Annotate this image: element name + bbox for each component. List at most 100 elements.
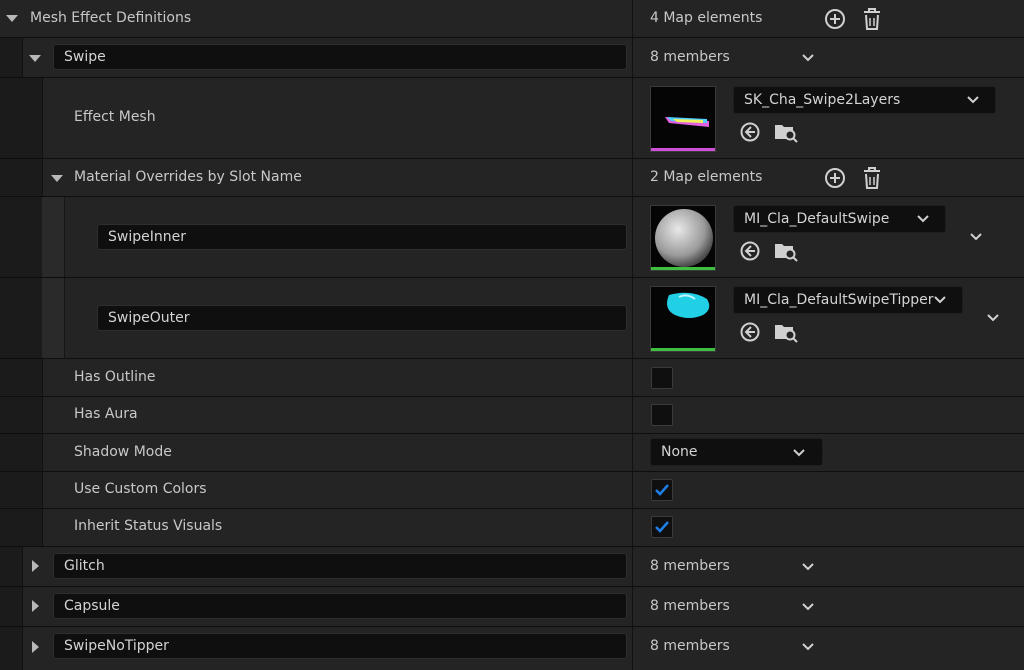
checkmark-icon — [655, 521, 669, 533]
indent-rail — [0, 587, 23, 626]
root-property-label: Mesh Effect Definitions — [30, 10, 192, 26]
sphere-preview-icon — [655, 209, 713, 267]
material-slot-row: SwipeOuter MI_Cla_DefaultSwipeTipper — [0, 278, 1024, 359]
property-label: Effect Mesh — [74, 109, 156, 125]
indent-rail — [0, 627, 23, 670]
entry-row-swipenotipper: SwipeNoTipper 8 members — [0, 627, 1024, 670]
property-label: Has Aura — [74, 406, 138, 422]
chevron-down-icon[interactable] — [916, 214, 930, 224]
add-element-button[interactable] — [823, 166, 847, 190]
browse-folder-search-icon[interactable] — [774, 121, 798, 143]
asset-picker-combo[interactable]: SK_Cha_Swipe2Layers — [733, 86, 996, 114]
indent-rail — [42, 278, 65, 358]
property-label: Inherit Status Visuals — [74, 518, 223, 534]
property-label: Has Outline — [74, 369, 156, 385]
indent-rail — [0, 509, 23, 546]
map-key-input[interactable]: Capsule — [53, 593, 627, 619]
shadow-mode-value: None — [661, 444, 698, 460]
members-count: 8 members — [650, 49, 730, 65]
indent-rail — [22, 359, 43, 396]
use-selected-arrow-left-circle-icon[interactable] — [739, 240, 761, 262]
asset-picker-combo[interactable]: MI_Cla_DefaultSwipe — [733, 205, 946, 233]
chevron-down-icon[interactable] — [933, 295, 947, 305]
slot-key-input[interactable]: SwipeInner — [97, 224, 627, 250]
use-selected-arrow-left-circle-icon[interactable] — [739, 121, 761, 143]
material-slot-row: SwipeInner MI_Cla_DefaultSwipe — [0, 197, 1024, 278]
mesh-thumbnail[interactable] — [650, 86, 716, 152]
chevron-down-icon[interactable] — [801, 642, 815, 652]
material-map-count: 2 Map elements — [650, 169, 763, 185]
collapse-arrow-icon[interactable] — [32, 600, 39, 612]
indent-rail — [0, 434, 23, 471]
property-row-effect-mesh: Effect Mesh SK_Cha_Swipe2Layers — [0, 78, 1024, 159]
map-key-input[interactable]: Swipe — [53, 44, 627, 70]
indent-rail — [0, 547, 23, 586]
property-row-has-outline: Has Outline — [0, 359, 1024, 397]
property-value-cell — [633, 359, 1024, 396]
indent-rail — [22, 159, 43, 196]
use-custom-colors-checkbox[interactable] — [651, 479, 673, 501]
indent-rail — [42, 197, 65, 277]
chevron-down-icon[interactable] — [966, 95, 980, 105]
slot-key-input[interactable]: SwipeOuter — [97, 305, 627, 331]
indent-rail — [22, 278, 43, 358]
indent-rail — [0, 38, 23, 77]
collapse-arrow-icon[interactable] — [32, 641, 39, 653]
map-key-input[interactable]: SwipeNoTipper — [53, 633, 627, 659]
asset-name: SK_Cha_Swipe2Layers — [744, 92, 901, 108]
indent-rail — [22, 197, 43, 277]
members-count: 8 members — [650, 638, 730, 654]
collapse-arrow-icon[interactable] — [32, 560, 39, 572]
entry-row-capsule: Capsule 8 members — [0, 587, 1024, 627]
property-value-cell — [633, 509, 1024, 546]
asset-picker-combo[interactable]: MI_Cla_DefaultSwipeTipper — [733, 286, 963, 314]
indent-rail — [22, 509, 43, 546]
property-row-shadow-mode: Shadow Mode None — [0, 434, 1024, 472]
trash-button[interactable] — [861, 7, 883, 31]
indent-rail — [0, 197, 23, 277]
use-selected-arrow-left-circle-icon[interactable] — [739, 321, 761, 343]
add-element-button[interactable] — [823, 7, 847, 31]
browse-folder-search-icon[interactable] — [774, 240, 798, 262]
expand-arrow-icon[interactable] — [51, 175, 63, 182]
members-count: 8 members — [650, 598, 730, 614]
map-key-input[interactable]: Glitch — [53, 553, 627, 579]
expand-slot-chevron-down-icon[interactable] — [986, 313, 1000, 323]
chevron-down-icon[interactable] — [801, 53, 815, 63]
asset-type-bar — [651, 148, 715, 151]
property-value-cell — [633, 472, 1024, 508]
expand-arrow-icon[interactable] — [6, 15, 18, 22]
indent-rail — [0, 278, 23, 358]
chevron-down-icon[interactable] — [801, 602, 815, 612]
material-thumbnail[interactable] — [650, 205, 716, 271]
indent-rail — [0, 159, 23, 196]
indent-rail — [0, 397, 23, 433]
property-row-use-custom-colors: Use Custom Colors — [0, 472, 1024, 509]
has-aura-checkbox[interactable] — [651, 404, 673, 426]
property-row-has-aura: Has Aura — [0, 397, 1024, 434]
has-outline-checkbox[interactable] — [651, 367, 673, 389]
expand-arrow-icon[interactable] — [29, 55, 41, 62]
indent-rail — [22, 78, 43, 158]
indent-rail — [22, 397, 43, 433]
property-row-material-overrides: Material Overrides by Slot Name 2 Map el… — [0, 159, 1024, 197]
chevron-down-icon[interactable] — [801, 562, 815, 572]
entry-row-swipe: Swipe 8 members — [0, 38, 1024, 78]
root-property-row: Mesh Effect Definitions 4 Map elements — [0, 0, 1024, 38]
entry-row-glitch: Glitch 8 members — [0, 547, 1024, 587]
expand-slot-chevron-down-icon[interactable] — [969, 232, 983, 242]
inherit-status-visuals-checkbox[interactable] — [651, 516, 673, 538]
property-label: Shadow Mode — [74, 444, 172, 460]
property-row-inherit-status-visuals: Inherit Status Visuals — [0, 509, 1024, 547]
browse-folder-search-icon[interactable] — [774, 321, 798, 343]
chevron-down-icon[interactable] — [792, 448, 806, 458]
tipper-preview-icon — [667, 292, 710, 318]
indent-rail — [0, 472, 23, 508]
asset-type-bar — [651, 348, 715, 351]
indent-rail — [0, 359, 23, 396]
trash-button[interactable] — [861, 166, 883, 190]
property-label: Material Overrides by Slot Name — [74, 169, 302, 185]
material-thumbnail[interactable] — [650, 286, 716, 352]
property-value-cell — [633, 397, 1024, 433]
asset-name: MI_Cla_DefaultSwipeTipper — [744, 292, 934, 308]
